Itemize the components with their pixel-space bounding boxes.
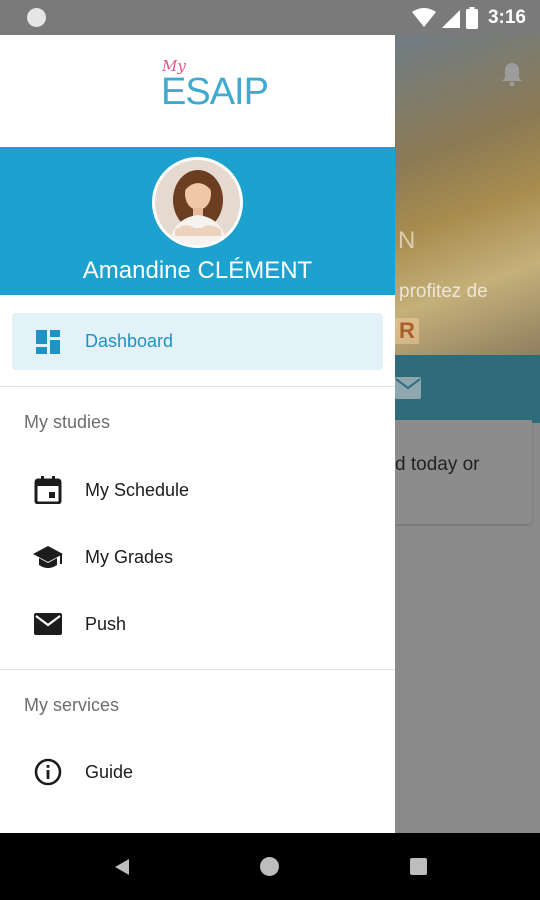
section-title-services: My services (24, 695, 120, 715)
background-tab-bar (395, 355, 540, 423)
graduation-cap-icon (33, 546, 63, 568)
system-nav-bar (0, 833, 540, 900)
calendar-icon (34, 476, 62, 504)
profile-header: Amandine CLÉMENT (0, 147, 395, 295)
info-icon (34, 758, 62, 786)
mail-icon (34, 613, 62, 635)
avatar[interactable] (152, 157, 243, 248)
menu-item-partial[interactable] (0, 813, 395, 833)
battery-icon (465, 7, 478, 29)
recents-icon[interactable] (410, 858, 427, 875)
card-text: d today or (395, 454, 480, 475)
clock: 3:16 (487, 7, 526, 28)
signal-icon (441, 10, 460, 28)
wifi-icon (411, 8, 436, 27)
menu-item-guide[interactable]: Guide (0, 741, 395, 803)
divider (0, 669, 395, 670)
menu-item-push[interactable]: Push (0, 593, 395, 655)
menu-item-label: Guide (85, 762, 134, 782)
banner-text: profitez de (399, 281, 488, 302)
menu-item-dashboard[interactable]: Dashboard (12, 313, 383, 370)
banner-image: N profitez de R (395, 35, 540, 355)
home-icon[interactable] (260, 857, 279, 876)
banner-badge: R (395, 318, 419, 344)
menu-item-label: My Grades (85, 547, 174, 567)
avatar-photo (155, 160, 240, 245)
menu-item-label: My Schedule (85, 480, 190, 500)
menu-item-label: Push (85, 614, 127, 634)
user-name: Amandine CLÉMENT (82, 257, 313, 284)
banner-letter: N (398, 227, 416, 254)
divider (0, 386, 395, 387)
status-bar: 3:16 (0, 0, 540, 35)
status-icons: 3:16 (411, 6, 526, 30)
logo-esaip: ESAIP (161, 71, 269, 113)
app-logo: My ESAIP (0, 35, 395, 147)
notification-dot-icon (27, 8, 46, 27)
menu-item-schedule[interactable]: My Schedule (0, 459, 395, 521)
background-card: d today or (395, 420, 532, 524)
dashboard-icon (36, 330, 60, 354)
menu-item-grades[interactable]: My Grades (0, 526, 395, 588)
section-title-studies: My studies (24, 412, 111, 432)
back-icon[interactable] (113, 858, 131, 876)
bell-icon (502, 63, 522, 87)
menu-item-label: Dashboard (85, 331, 174, 351)
mail-icon (395, 377, 421, 399)
navigation-drawer: My ESAIP Amandine CLÉMENT Dashboard My s… (0, 35, 395, 833)
